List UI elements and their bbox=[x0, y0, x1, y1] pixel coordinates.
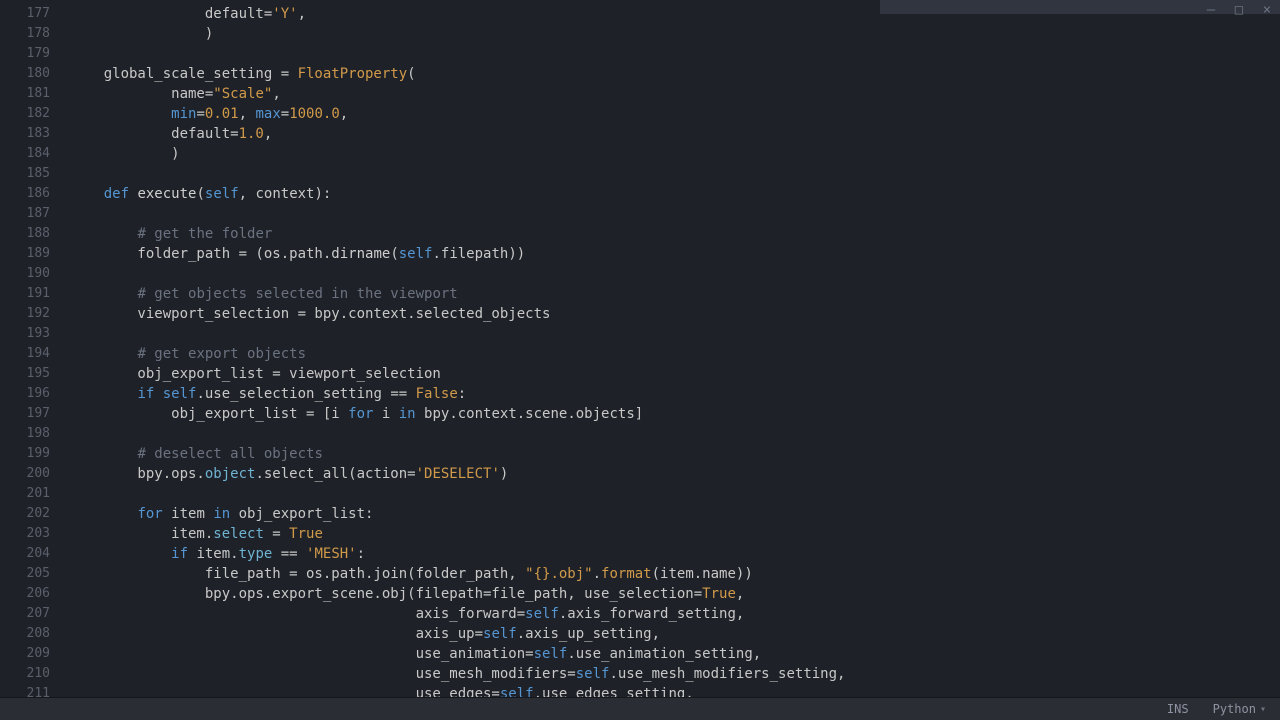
code-line[interactable]: min=0.01, max=1000.0, bbox=[70, 104, 1280, 124]
code-line[interactable]: folder_path = (os.path.dirname(self.file… bbox=[70, 244, 1280, 264]
code-line[interactable] bbox=[70, 44, 1280, 64]
line-number: 181 bbox=[0, 84, 50, 104]
line-number: 198 bbox=[0, 424, 50, 444]
line-number: 191 bbox=[0, 284, 50, 304]
code-line[interactable]: # get export objects bbox=[70, 344, 1280, 364]
line-number: 205 bbox=[0, 564, 50, 584]
code-line[interactable]: use_animation=self.use_animation_setting… bbox=[70, 644, 1280, 664]
line-number: 197 bbox=[0, 404, 50, 424]
minimize-icon[interactable]: — bbox=[1204, 2, 1218, 18]
line-number: 207 bbox=[0, 604, 50, 624]
code-line[interactable]: for item in obj_export_list: bbox=[70, 504, 1280, 524]
line-number: 208 bbox=[0, 624, 50, 644]
line-number: 188 bbox=[0, 224, 50, 244]
line-number: 186 bbox=[0, 184, 50, 204]
code-line[interactable]: default=1.0, bbox=[70, 124, 1280, 144]
line-number: 195 bbox=[0, 364, 50, 384]
code-line[interactable] bbox=[70, 264, 1280, 284]
code-line[interactable]: global_scale_setting = FloatProperty( bbox=[70, 64, 1280, 84]
line-number: 209 bbox=[0, 644, 50, 664]
line-number: 178 bbox=[0, 24, 50, 44]
code-line[interactable] bbox=[70, 164, 1280, 184]
line-number: 185 bbox=[0, 164, 50, 184]
code-area[interactable]: default='Y', ) global_scale_setting = Fl… bbox=[58, 0, 1280, 720]
line-number: 187 bbox=[0, 204, 50, 224]
code-line[interactable]: obj_export_list = viewport_selection bbox=[70, 364, 1280, 384]
line-number: 202 bbox=[0, 504, 50, 524]
code-line[interactable]: # get the folder bbox=[70, 224, 1280, 244]
code-line[interactable] bbox=[70, 324, 1280, 344]
line-number: 184 bbox=[0, 144, 50, 164]
line-number: 183 bbox=[0, 124, 50, 144]
line-number: 206 bbox=[0, 584, 50, 604]
close-icon[interactable]: × bbox=[1260, 2, 1274, 18]
status-language-selector[interactable]: Python▾ bbox=[1213, 702, 1266, 716]
code-line[interactable]: obj_export_list = [i for i in bpy.contex… bbox=[70, 404, 1280, 424]
window-controls: — □ × bbox=[1204, 2, 1274, 18]
chevron-down-icon: ▾ bbox=[1260, 704, 1266, 715]
code-line[interactable]: if item.type == 'MESH': bbox=[70, 544, 1280, 564]
maximize-icon[interactable]: □ bbox=[1232, 2, 1246, 18]
status-indicator-ins[interactable]: INS bbox=[1167, 702, 1189, 716]
line-number: 199 bbox=[0, 444, 50, 464]
code-line[interactable]: # deselect all objects bbox=[70, 444, 1280, 464]
code-line[interactable]: name="Scale", bbox=[70, 84, 1280, 104]
line-number: 190 bbox=[0, 264, 50, 284]
line-number: 200 bbox=[0, 464, 50, 484]
code-line[interactable]: bpy.ops.export_scene.obj(filepath=file_p… bbox=[70, 584, 1280, 604]
code-line[interactable]: # get objects selected in the viewport bbox=[70, 284, 1280, 304]
line-number: 204 bbox=[0, 544, 50, 564]
line-number: 182 bbox=[0, 104, 50, 124]
code-line[interactable]: bpy.ops.object.select_all(action='DESELE… bbox=[70, 464, 1280, 484]
code-line[interactable]: item.select = True bbox=[70, 524, 1280, 544]
code-line[interactable]: viewport_selection = bpy.context.selecte… bbox=[70, 304, 1280, 324]
status-bar: INS Python▾ bbox=[0, 697, 1280, 720]
code-editor[interactable]: 1771781791801811821831841851861871881891… bbox=[0, 0, 1280, 720]
line-number: 179 bbox=[0, 44, 50, 64]
code-line[interactable]: if self.use_selection_setting == False: bbox=[70, 384, 1280, 404]
code-line[interactable] bbox=[70, 424, 1280, 444]
code-line[interactable]: axis_up=self.axis_up_setting, bbox=[70, 624, 1280, 644]
code-line[interactable]: ) bbox=[70, 24, 1280, 44]
code-line[interactable]: file_path = os.path.join(folder_path, "{… bbox=[70, 564, 1280, 584]
code-line[interactable]: def execute(self, context): bbox=[70, 184, 1280, 204]
line-number: 177 bbox=[0, 4, 50, 24]
line-number-gutter: 1771781791801811821831841851861871881891… bbox=[0, 0, 58, 720]
line-number: 180 bbox=[0, 64, 50, 84]
line-number: 189 bbox=[0, 244, 50, 264]
line-number: 203 bbox=[0, 524, 50, 544]
line-number: 192 bbox=[0, 304, 50, 324]
code-line[interactable]: use_mesh_modifiers=self.use_mesh_modifie… bbox=[70, 664, 1280, 684]
code-line[interactable]: ) bbox=[70, 144, 1280, 164]
line-number: 194 bbox=[0, 344, 50, 364]
line-number: 201 bbox=[0, 484, 50, 504]
line-number: 196 bbox=[0, 384, 50, 404]
code-line[interactable]: axis_forward=self.axis_forward_setting, bbox=[70, 604, 1280, 624]
line-number: 193 bbox=[0, 324, 50, 344]
code-line[interactable] bbox=[70, 204, 1280, 224]
line-number: 210 bbox=[0, 664, 50, 684]
code-line[interactable] bbox=[70, 484, 1280, 504]
